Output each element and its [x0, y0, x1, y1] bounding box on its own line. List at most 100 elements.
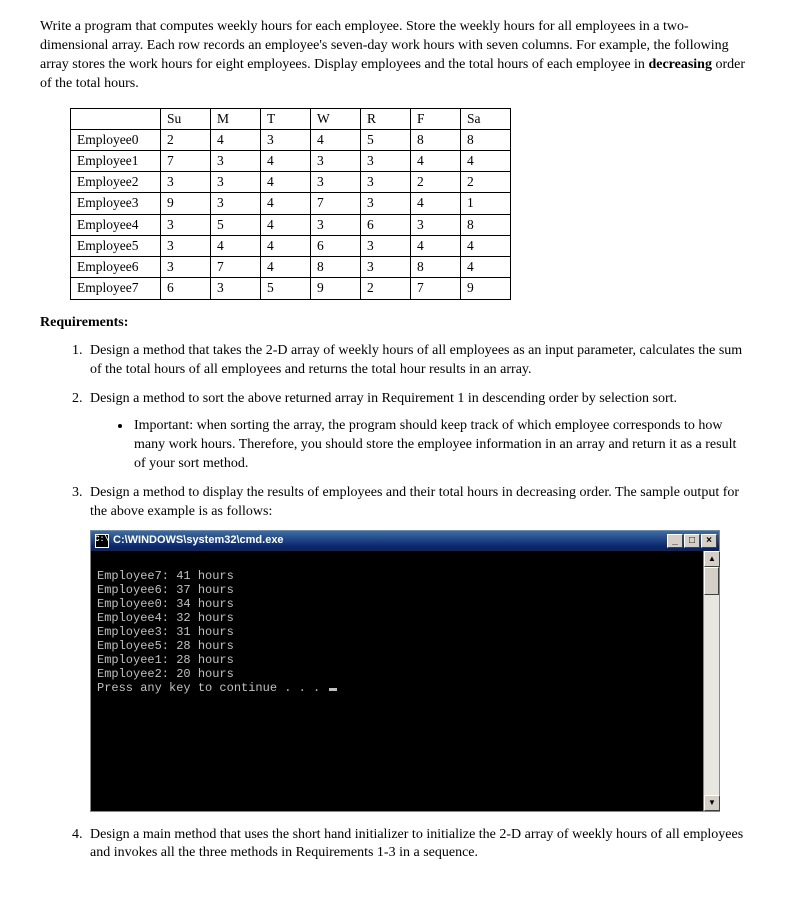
console-body-row: Employee7: 41 hours Employee6: 37 hours … — [91, 551, 719, 811]
table-row: Employee43543638 — [71, 214, 511, 235]
table-row: Employee39347341 — [71, 193, 511, 214]
table-cell: 3 — [361, 172, 411, 193]
minimize-button[interactable]: _ — [667, 534, 683, 548]
table-cell: 4 — [411, 193, 461, 214]
table-header: T — [261, 108, 311, 129]
table-cell: 4 — [211, 235, 261, 256]
console-output: Employee7: 41 hours Employee6: 37 hours … — [91, 551, 703, 811]
scroll-up-button[interactable]: ▲ — [704, 551, 720, 567]
table-cell: 3 — [261, 129, 311, 150]
table-cell: 5 — [261, 278, 311, 299]
table-cell: 5 — [211, 214, 261, 235]
table-cell: 7 — [311, 193, 361, 214]
table-cell: 3 — [411, 214, 461, 235]
table-cell: 3 — [361, 257, 411, 278]
req2-text: Design a method to sort the above return… — [90, 391, 677, 406]
intro-paragraph: Write a program that computes weekly hou… — [40, 18, 749, 94]
intro-text: Write a program that computes weekly hou… — [40, 19, 729, 72]
table-cell: 3 — [161, 235, 211, 256]
table-header: Su — [161, 108, 211, 129]
requirements-list: Design a method that takes the 2-D array… — [40, 342, 749, 863]
table-header: M — [211, 108, 261, 129]
table-cell: 3 — [211, 172, 261, 193]
cmd-icon: C:\ — [95, 534, 109, 548]
table-row: Employee02434588 — [71, 129, 511, 150]
table-cell: 4 — [261, 172, 311, 193]
table-cell: 8 — [461, 129, 511, 150]
table-cell: 7 — [411, 278, 461, 299]
scrollbar[interactable]: ▲ ▼ — [703, 551, 719, 811]
console-window: C:\ C:\WINDOWS\system32\cmd.exe _ □ × Em… — [90, 530, 720, 812]
table-cell: Employee5 — [71, 235, 161, 256]
scroll-thumb[interactable] — [704, 567, 719, 595]
requirement-3: Design a method to display the results o… — [86, 484, 749, 812]
requirements-title: Requirements: — [40, 314, 749, 333]
table-cell: 2 — [361, 278, 411, 299]
table-cell: 4 — [461, 257, 511, 278]
table-cell: 4 — [261, 193, 311, 214]
table-cell: 6 — [311, 235, 361, 256]
table-cell: 2 — [411, 172, 461, 193]
intro-bold: decreasing — [648, 57, 712, 72]
maximize-button[interactable]: □ — [684, 534, 700, 548]
table-cell: 3 — [161, 172, 211, 193]
table-row: Employee63748384 — [71, 257, 511, 278]
table-cell: 3 — [211, 193, 261, 214]
scroll-track[interactable] — [704, 595, 719, 795]
table-cell: Employee2 — [71, 172, 161, 193]
table-row: Employee53446344 — [71, 235, 511, 256]
req3-text: Design a method to display the results o… — [90, 485, 739, 519]
table-cell: 4 — [261, 235, 311, 256]
table-cell: Employee0 — [71, 129, 161, 150]
table-cell: Employee1 — [71, 151, 161, 172]
table-row: Employee76359279 — [71, 278, 511, 299]
table-cell: 3 — [361, 193, 411, 214]
req1-text: Design a method that takes the 2-D array… — [90, 343, 742, 377]
table-cell: Employee3 — [71, 193, 161, 214]
window-buttons: _ □ × — [667, 534, 717, 548]
table-cell: 4 — [411, 235, 461, 256]
table-cell: 3 — [161, 214, 211, 235]
table-cell: 4 — [461, 151, 511, 172]
table-cell: 4 — [461, 235, 511, 256]
scroll-down-button[interactable]: ▼ — [704, 795, 720, 811]
table-cell: 9 — [161, 193, 211, 214]
hours-table: Su M T W R F Sa Employee02434588Employee… — [70, 108, 511, 300]
table-cell: 3 — [311, 214, 361, 235]
table-cell: 8 — [411, 257, 461, 278]
table-header: W — [311, 108, 361, 129]
table-cell: 8 — [411, 129, 461, 150]
table-cell: 3 — [211, 151, 261, 172]
table-cell: 8 — [461, 214, 511, 235]
table-cell: Employee7 — [71, 278, 161, 299]
table-header: R — [361, 108, 411, 129]
table-cell: 3 — [311, 172, 361, 193]
table-header: Sa — [461, 108, 511, 129]
table-cell: Employee4 — [71, 214, 161, 235]
close-button[interactable]: × — [701, 534, 717, 548]
table-row: Employee17343344 — [71, 151, 511, 172]
table-header — [71, 108, 161, 129]
table-cell: 7 — [161, 151, 211, 172]
table-row: Employee23343322 — [71, 172, 511, 193]
table-cell: 1 — [461, 193, 511, 214]
table-cell: 3 — [361, 151, 411, 172]
requirement-1: Design a method that takes the 2-D array… — [86, 342, 749, 380]
table-cell: 4 — [311, 129, 361, 150]
table-cell: 4 — [211, 129, 261, 150]
table-header: F — [411, 108, 461, 129]
requirement-2: Design a method to sort the above return… — [86, 390, 749, 474]
table-cell: 9 — [311, 278, 361, 299]
console-title: C:\WINDOWS\system32\cmd.exe — [113, 533, 667, 548]
table-cell: 4 — [261, 257, 311, 278]
table-cell: 6 — [361, 214, 411, 235]
table-cell: 7 — [211, 257, 261, 278]
table-cell: 4 — [411, 151, 461, 172]
table-cell: 9 — [461, 278, 511, 299]
table-cell: 4 — [261, 151, 311, 172]
console-titlebar: C:\ C:\WINDOWS\system32\cmd.exe _ □ × — [91, 531, 719, 551]
table-cell: 3 — [361, 235, 411, 256]
req2-sublist: Important: when sorting the array, the p… — [90, 417, 749, 474]
table-cell: 4 — [261, 214, 311, 235]
table-cell: 6 — [161, 278, 211, 299]
